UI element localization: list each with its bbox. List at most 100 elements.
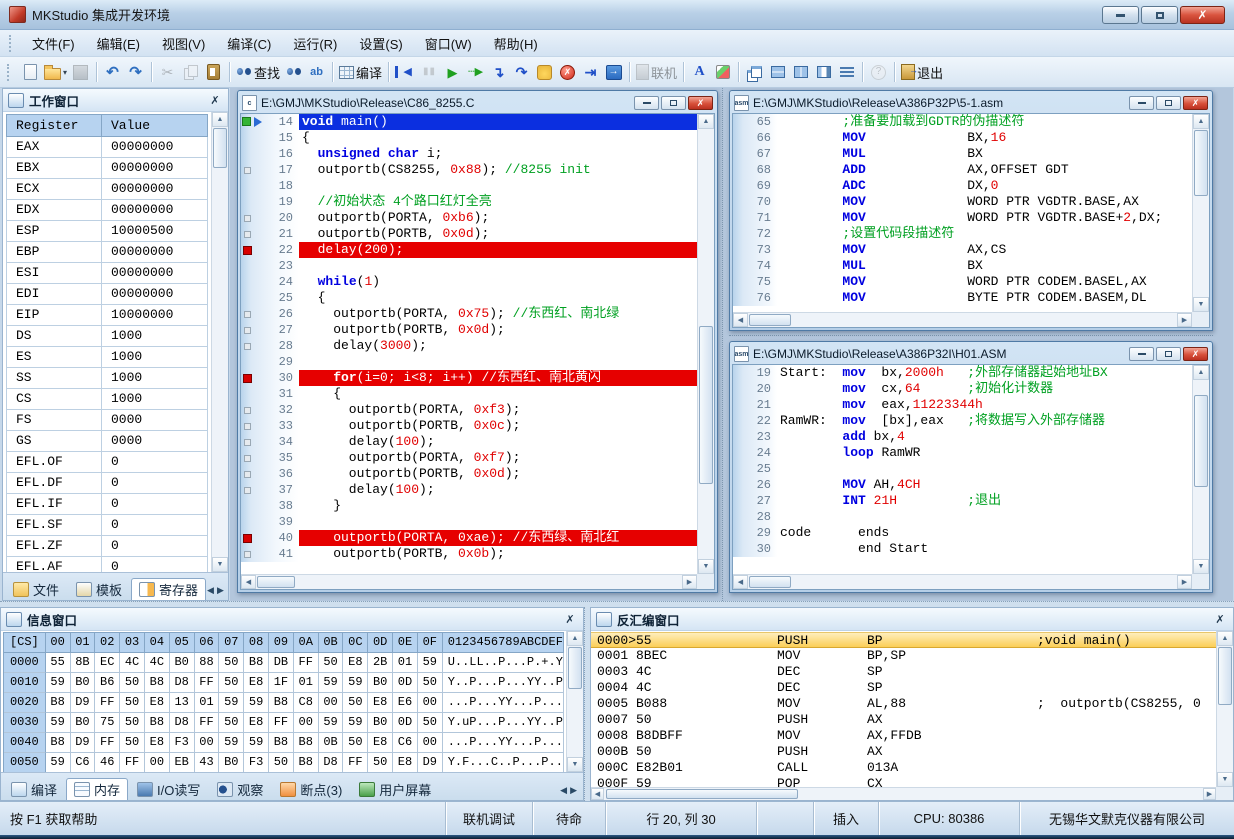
hex-byte[interactable]: B8 bbox=[294, 753, 319, 772]
scrollbar-thumb[interactable] bbox=[749, 314, 791, 326]
scrollbar-thumb[interactable] bbox=[606, 789, 798, 799]
code-line[interactable]: 41 outportb(PORTB, 0x0b); bbox=[241, 546, 697, 562]
gutter[interactable]: 69 bbox=[733, 178, 777, 194]
hex-scrollbar[interactable]: ▲ ▼ bbox=[566, 631, 583, 772]
code-line[interactable]: 29code ends bbox=[733, 525, 1192, 541]
hex-byte[interactable]: 59 bbox=[219, 693, 244, 713]
disasm-vscrollbar[interactable]: ▲ ▼ bbox=[1216, 631, 1233, 787]
gutter[interactable]: 66 bbox=[733, 130, 777, 146]
exit-button[interactable]: 退出 bbox=[899, 60, 945, 84]
hex-byte[interactable]: 50 bbox=[219, 713, 244, 733]
hex-byte[interactable]: B8 bbox=[294, 733, 319, 753]
code-line[interactable]: 40 outportb(PORTA, 0xae); //东西绿、南北红 bbox=[241, 530, 697, 546]
hex-byte[interactable]: 88 bbox=[195, 653, 220, 673]
code-line[interactable]: 21 mov eax,11223344h bbox=[733, 397, 1192, 413]
hex-byte[interactable]: 50 bbox=[418, 673, 443, 693]
hex-byte[interactable]: E8 bbox=[368, 733, 393, 753]
hex-byte[interactable]: 00 bbox=[145, 753, 170, 772]
gutter[interactable]: 17 bbox=[241, 162, 299, 178]
hex-byte[interactable]: E6 bbox=[393, 693, 418, 713]
hex-byte[interactable]: FF bbox=[120, 753, 145, 772]
code-line[interactable]: 35 outportb(PORTA, 0xf7); bbox=[241, 450, 697, 466]
code-line[interactable]: 23 add bx,4 bbox=[733, 429, 1192, 445]
code-line[interactable]: 27 INT 21H ;退出 bbox=[733, 493, 1192, 509]
code-line[interactable]: 39 bbox=[241, 514, 697, 530]
code-line[interactable]: 34 delay(100); bbox=[241, 434, 697, 450]
run-to-cursor-button[interactable]: ┄▶ bbox=[464, 60, 487, 84]
register-row[interactable]: ES1000 bbox=[6, 347, 208, 368]
register-row[interactable]: EFL.ZF0 bbox=[6, 536, 208, 557]
code-line[interactable]: 30 end Start bbox=[733, 541, 1192, 557]
scrollbar-thumb[interactable] bbox=[568, 647, 582, 689]
cascade-windows-button[interactable] bbox=[743, 60, 766, 84]
scroll-down-icon[interactable]: ▼ bbox=[1193, 297, 1209, 312]
scrollbar-thumb[interactable] bbox=[699, 326, 713, 484]
scrollbar-thumb[interactable] bbox=[749, 576, 791, 588]
hex-byte[interactable]: E8 bbox=[343, 653, 368, 673]
hex-byte[interactable]: EB bbox=[170, 753, 195, 772]
register-row[interactable]: EFL.IF0 bbox=[6, 494, 208, 515]
c-restore-button[interactable] bbox=[661, 96, 686, 110]
gutter[interactable]: 41 bbox=[241, 546, 299, 562]
hex-byte[interactable]: 50 bbox=[120, 733, 145, 753]
code-line[interactable]: 31 { bbox=[241, 386, 697, 402]
tabs-scroll-right-icon[interactable]: ▶ bbox=[570, 785, 577, 796]
register-row[interactable]: EBP00000000 bbox=[6, 242, 208, 263]
scroll-up-icon[interactable]: ▲ bbox=[1193, 365, 1209, 380]
hex-byte[interactable]: 59 bbox=[219, 733, 244, 753]
minimize-button[interactable] bbox=[1102, 6, 1139, 24]
scroll-down-icon[interactable]: ▼ bbox=[1193, 559, 1209, 574]
gutter[interactable]: 35 bbox=[241, 450, 299, 466]
scroll-right-icon[interactable]: ▶ bbox=[1177, 313, 1192, 327]
code-line[interactable]: 72 ;设置代码段描述符 bbox=[733, 226, 1192, 242]
code-line[interactable]: 70 MOV WORD PTR VGDTR.BASE,AX bbox=[733, 194, 1192, 210]
register-row[interactable]: EDX00000000 bbox=[6, 200, 208, 221]
hex-byte[interactable]: E8 bbox=[368, 693, 393, 713]
open-file-button[interactable]: ▾ bbox=[42, 60, 69, 84]
c-minimize-button[interactable] bbox=[634, 96, 659, 110]
hex-byte[interactable]: 4C bbox=[145, 653, 170, 673]
code-line[interactable]: 26 MOV AH,4CH bbox=[733, 477, 1192, 493]
hex-byte[interactable]: D8 bbox=[170, 673, 195, 693]
hex-byte[interactable]: B6 bbox=[95, 673, 120, 693]
work-window-close-icon[interactable]: ✗ bbox=[207, 94, 223, 107]
register-row[interactable]: ESP10000500 bbox=[6, 221, 208, 242]
hex-byte[interactable]: 59 bbox=[343, 713, 368, 733]
c-editor-titlebar[interactable]: c E:\GMJ\MKStudio\Release\C86_8255.C bbox=[240, 93, 715, 113]
gutter[interactable]: 68 bbox=[733, 162, 777, 178]
toolbar-grip[interactable] bbox=[7, 64, 14, 81]
find-next-button[interactable] bbox=[282, 60, 305, 84]
code-line[interactable]: 16 unsigned char i; bbox=[241, 146, 697, 162]
hex-byte[interactable]: 55 bbox=[46, 653, 71, 673]
menu-item-view[interactable]: 视图(V) bbox=[151, 30, 216, 57]
hex-byte[interactable]: 50 bbox=[120, 673, 145, 693]
code-line[interactable]: 21 outportb(PORTB, 0x0d); bbox=[241, 226, 697, 242]
code-line[interactable]: 76 MOV BYTE PTR CODEM.BASEM,DL bbox=[733, 290, 1192, 306]
hex-byte[interactable]: D9 bbox=[71, 693, 96, 713]
menu-item-run[interactable]: 运行(R) bbox=[282, 30, 348, 57]
tab-watch[interactable]: 观察 bbox=[209, 778, 271, 800]
register-table-scrollbar[interactable]: ▲ ▼ bbox=[211, 112, 228, 572]
arrange-windows-button[interactable] bbox=[812, 60, 835, 84]
code-line[interactable]: 30 for(i=0; i<8; i++) //东西红、南北黄闪 bbox=[241, 370, 697, 386]
hex-byte[interactable]: 50 bbox=[120, 693, 145, 713]
register-row[interactable]: EBX00000000 bbox=[6, 158, 208, 179]
gutter[interactable]: 32 bbox=[241, 402, 299, 418]
mdi-vertical-splitter[interactable] bbox=[722, 88, 723, 601]
asm1-editor-vscrollbar[interactable]: ▲ ▼ bbox=[1192, 114, 1209, 312]
disasm-row[interactable]: 0005 B088MOVAL,88; outportb(CS8255, 0 bbox=[591, 696, 1216, 712]
step-out-button[interactable]: ⇥ bbox=[579, 60, 602, 84]
hex-byte[interactable]: B0 bbox=[219, 753, 244, 772]
hex-byte[interactable]: EC bbox=[95, 653, 120, 673]
hex-byte[interactable]: 50 bbox=[269, 753, 294, 772]
code-line[interactable]: 17 outportb(CS8255, 0x88); //8255 init bbox=[241, 162, 697, 178]
find-button[interactable]: 查找 bbox=[234, 60, 282, 84]
hex-byte[interactable]: B0 bbox=[170, 653, 195, 673]
register-row[interactable]: EFL.OF0 bbox=[6, 452, 208, 473]
scrollbar-thumb[interactable] bbox=[213, 128, 227, 168]
code-line[interactable]: 65 ;准备要加载到GDTR的伪描述符 bbox=[733, 114, 1192, 130]
code-line[interactable]: 33 outportb(PORTB, 0x0c); bbox=[241, 418, 697, 434]
hex-byte[interactable]: 00 bbox=[319, 693, 344, 713]
tab-breakpoints[interactable]: 断点(3) bbox=[272, 778, 350, 800]
hex-byte[interactable]: 59 bbox=[343, 673, 368, 693]
